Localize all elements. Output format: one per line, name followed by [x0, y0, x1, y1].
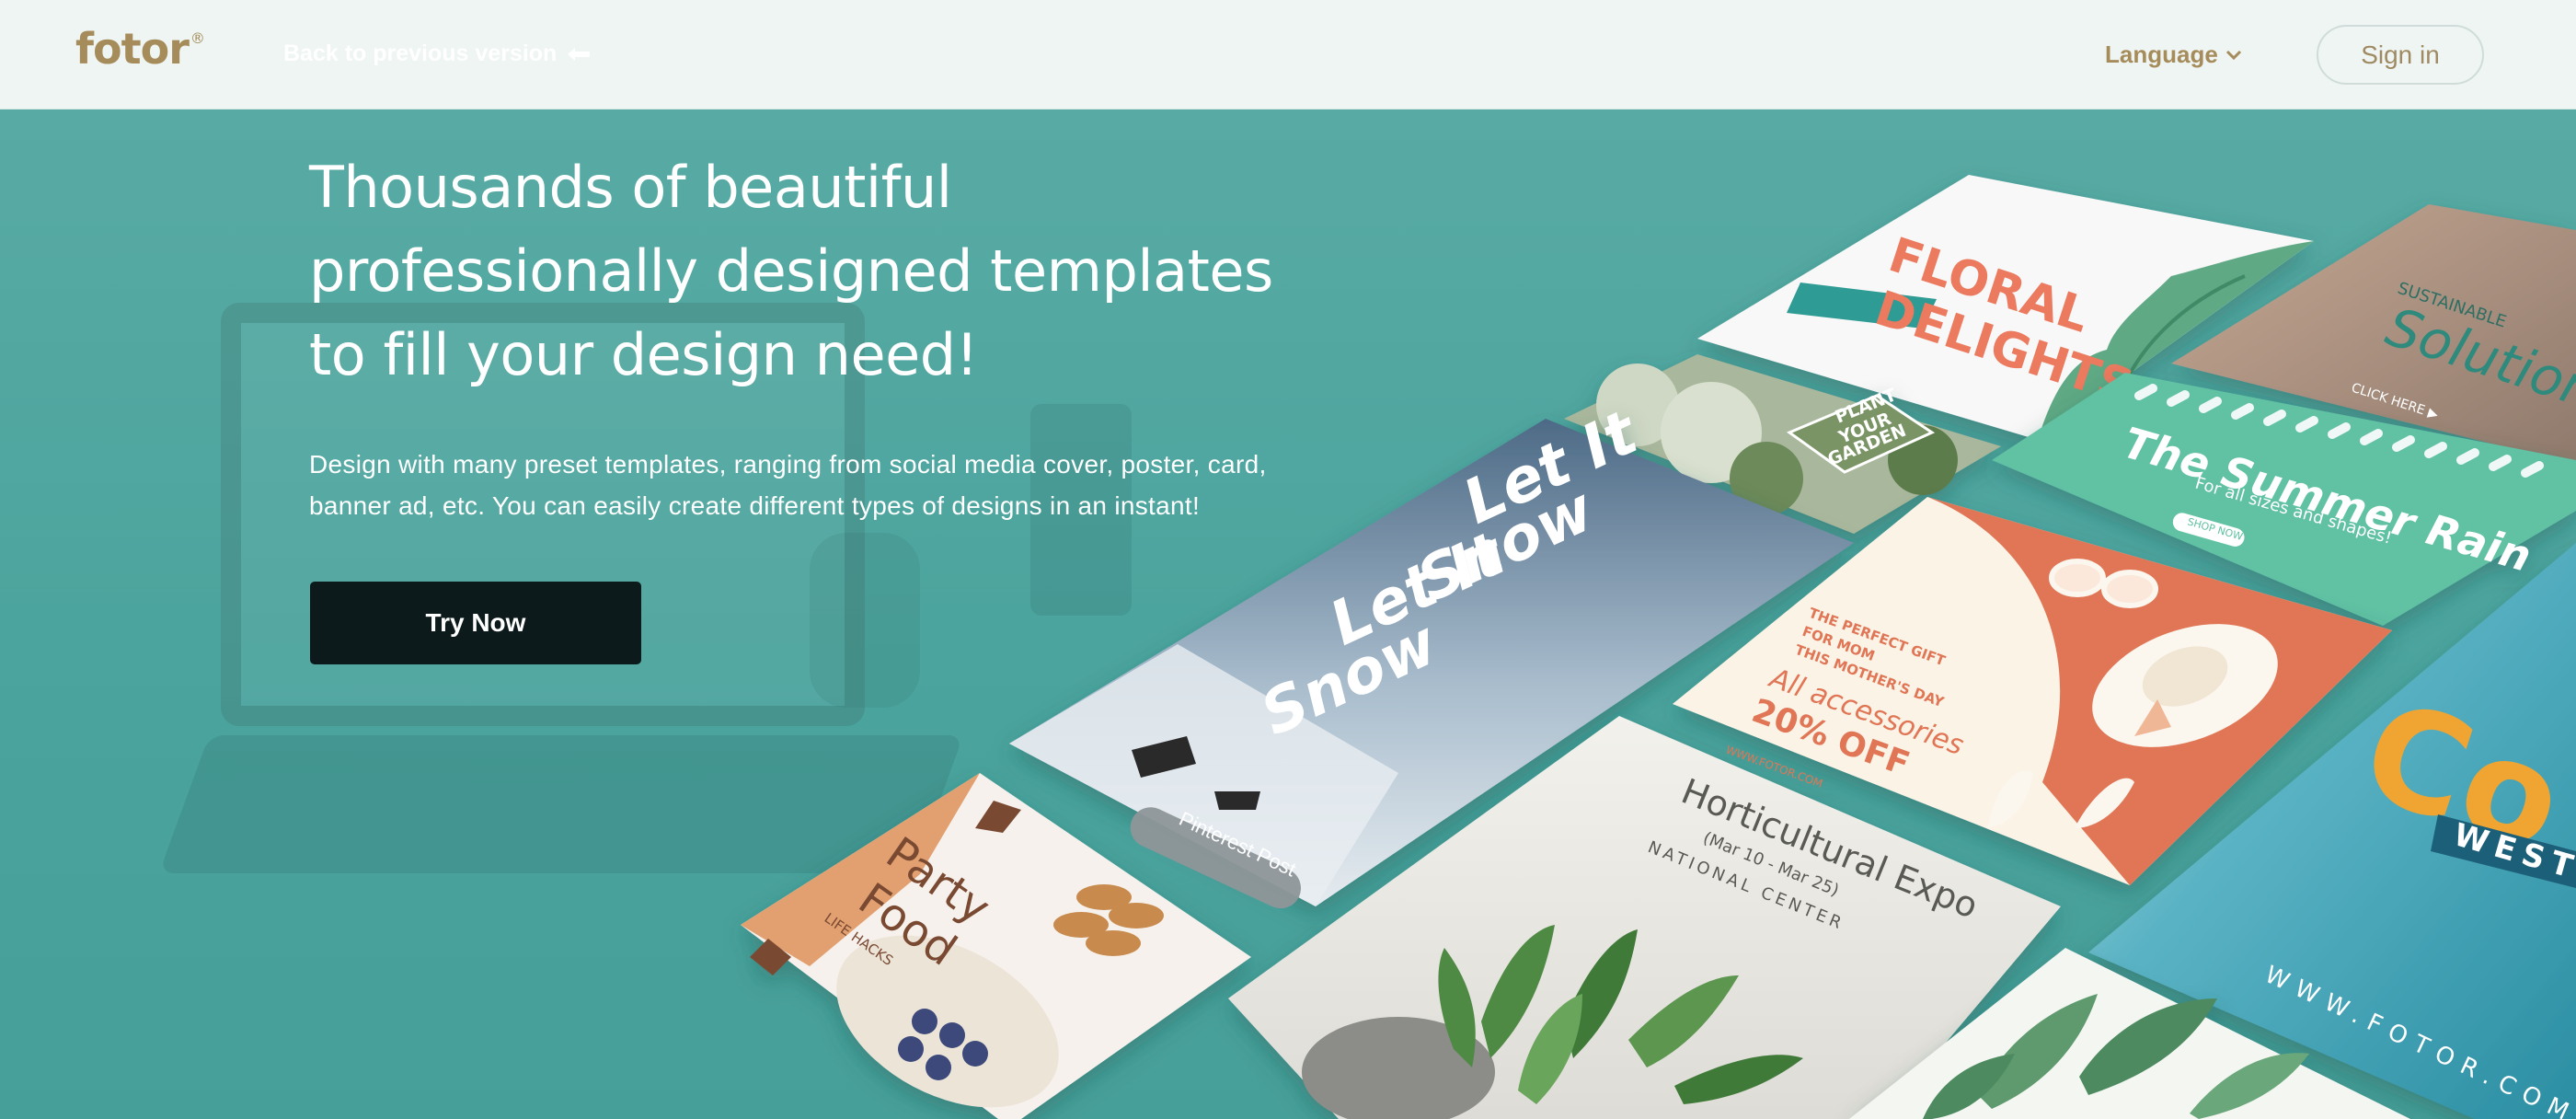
hero-subtext: Design with many preset templates, rangi… [309, 450, 1267, 520]
sign-in-button[interactable]: Sign in [2317, 25, 2484, 85]
try-now-button[interactable]: Try Now [310, 582, 641, 664]
logo-text: fotor [75, 24, 190, 74]
back-arrow-icon [568, 47, 591, 61]
back-link-label: Back to previous version [283, 40, 558, 66]
logo-registered-mark: ® [190, 29, 205, 47]
chevron-down-icon [2225, 50, 2241, 60]
top-navigation-bar: fotor ® Back to previous version Language… [0, 0, 2576, 110]
hero-headline: Thousands of beautiful professionally de… [309, 154, 1273, 388]
language-dropdown[interactable]: Language [2105, 40, 2242, 69]
background-laptop-keyboard [158, 735, 964, 873]
background-object-image [810, 533, 920, 708]
language-label: Language [2105, 40, 2218, 68]
back-to-previous-version-link[interactable]: Back to previous version [283, 40, 593, 67]
fotor-logo[interactable]: fotor ® [75, 24, 205, 74]
